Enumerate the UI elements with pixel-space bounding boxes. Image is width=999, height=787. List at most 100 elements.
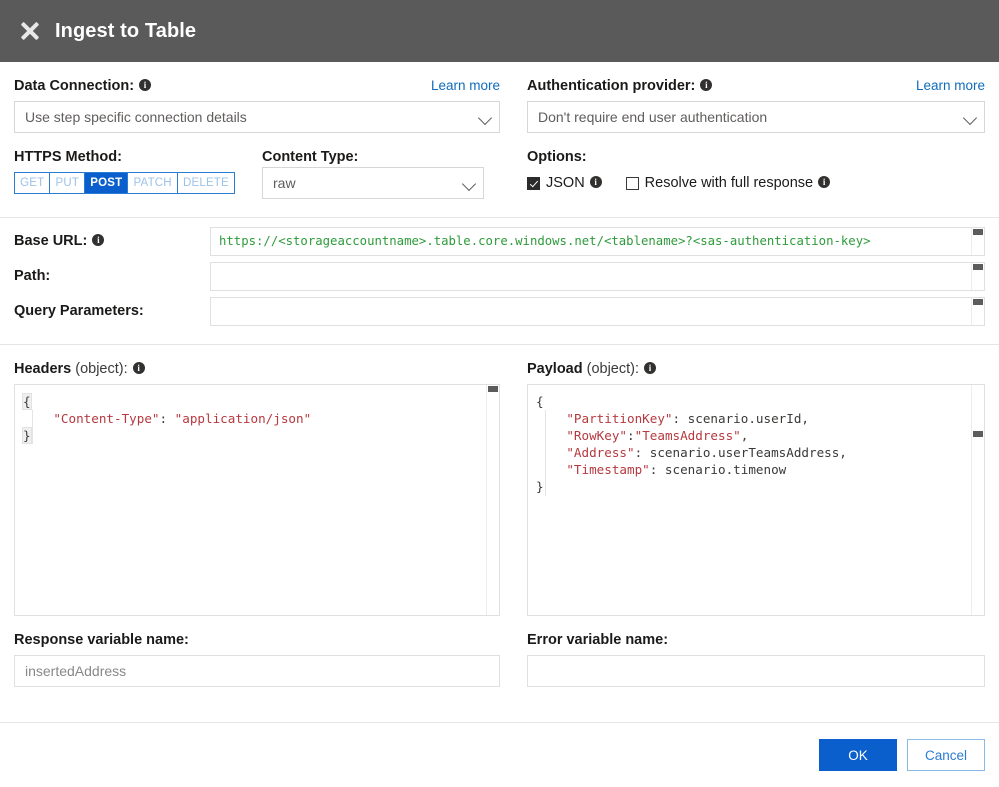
resolve-full-response-checkbox[interactable]	[625, 176, 639, 190]
auth-provider-group: Authentication provider: i Learn more Do…	[527, 62, 985, 133]
info-icon[interactable]: i	[589, 176, 602, 188]
data-connection-select[interactable]: Use step specific connection details	[14, 101, 500, 133]
info-icon[interactable]: i	[92, 234, 105, 246]
payload-label: Payload (object): i	[527, 361, 656, 377]
response-variable-value: insertedAddress	[25, 663, 127, 679]
query-parameters-label: Query Parameters:	[14, 297, 210, 319]
dialog-footer: OK Cancel	[0, 723, 999, 787]
auth-provider-select[interactable]: Don't require end user authentication	[527, 101, 985, 133]
payload-label-row: Payload (object): i	[527, 361, 985, 377]
path-label: Path:	[14, 262, 210, 284]
method-patch-button[interactable]: PATCH	[128, 173, 178, 193]
resolve-full-response-label: Resolve with full response	[644, 175, 814, 191]
content-type-label: Content Type:	[262, 149, 359, 165]
data-connection-group: Data Connection: i Learn more Use step s…	[14, 62, 500, 133]
data-connection-label-text: Data Connection:	[14, 78, 135, 94]
query-parameters-value	[211, 298, 984, 304]
info-icon[interactable]: i	[139, 79, 152, 91]
chevron-down-icon	[477, 110, 493, 126]
content-type-label-row: Content Type:	[262, 149, 484, 165]
scrollbar-thumb[interactable]	[488, 386, 498, 392]
payload-editor-content[interactable]: { "PartitionKey": scenario.userId, "RowK…	[528, 385, 984, 495]
headers-scrollbar[interactable]	[486, 385, 499, 615]
base-url-row: Base URL: i https://<storageaccountname>…	[14, 227, 985, 256]
path-input[interactable]	[210, 262, 985, 291]
request-url-block: Base URL: i https://<storageaccountname>…	[0, 218, 999, 326]
json-checkbox-label: JSON	[546, 175, 585, 191]
auth-provider-label-row: Authentication provider: i Learn more	[527, 78, 985, 94]
close-x-icon[interactable]	[19, 20, 41, 42]
data-connection-value: Use step specific connection details	[25, 109, 247, 125]
dialog-body: Data Connection: i Learn more Use step s…	[0, 62, 999, 199]
method-delete-button[interactable]: DELETE	[177, 173, 234, 193]
indent-guide	[545, 410, 546, 496]
info-icon[interactable]: i	[818, 176, 831, 188]
editors-block: Headers (object): i { "Content-Type": "a…	[0, 345, 999, 687]
column-gap	[500, 133, 527, 199]
chevron-down-icon	[461, 176, 477, 192]
method-post-button[interactable]: POST	[85, 173, 129, 193]
method-get-button[interactable]: GET	[15, 173, 51, 193]
path-scrollbar[interactable]	[971, 263, 984, 290]
headers-label: Headers (object): i	[14, 361, 145, 377]
ok-button[interactable]: OK	[819, 739, 897, 771]
dialog-titlebar: Ingest to Table	[0, 0, 999, 62]
response-variable-group: Response variable name: insertedAddress	[14, 616, 500, 687]
variables-row: Response variable name: insertedAddress …	[14, 616, 985, 687]
headers-editor-content[interactable]: { "Content-Type": "application/json" }	[15, 385, 499, 444]
base-url-label-text: Base URL:	[14, 233, 88, 249]
scrollbar-thumb[interactable]	[973, 264, 983, 270]
base-url-scrollbar[interactable]	[971, 228, 984, 255]
payload-editor[interactable]: { "PartitionKey": scenario.userId, "RowK…	[527, 384, 985, 616]
payload-group: Payload (object): i { "PartitionKey": sc…	[527, 345, 985, 616]
error-variable-input[interactable]	[527, 655, 985, 687]
cancel-button[interactable]: Cancel	[907, 739, 985, 771]
path-row: Path:	[14, 262, 985, 291]
column-gap	[500, 62, 527, 133]
data-connection-label-row: Data Connection: i Learn more	[14, 78, 500, 94]
query-parameters-scrollbar[interactable]	[971, 298, 984, 325]
path-value	[211, 263, 984, 269]
auth-provider-label-text: Authentication provider:	[527, 78, 696, 94]
ingest-to-table-dialog: Ingest to Table Data Connection: i Learn…	[0, 0, 999, 787]
https-method-segmented-control[interactable]: GET PUT POST PATCH DELETE	[14, 172, 235, 194]
indent-guide	[32, 410, 33, 444]
query-parameters-row: Query Parameters:	[14, 297, 985, 326]
method-put-button[interactable]: PUT	[50, 173, 86, 193]
base-url-value: https://<storageaccountname>.table.core.…	[219, 234, 871, 248]
payload-scrollbar[interactable]	[971, 385, 984, 615]
info-icon[interactable]: i	[700, 79, 713, 91]
headers-editor[interactable]: { "Content-Type": "application/json" }	[14, 384, 500, 616]
connection-auth-row: Data Connection: i Learn more Use step s…	[14, 62, 985, 133]
resolve-full-response-checkbox-row[interactable]: Resolve with full response i	[625, 175, 831, 191]
scrollbar-thumb[interactable]	[973, 431, 983, 437]
json-checkbox[interactable]	[527, 176, 540, 190]
path-label-text: Path:	[14, 268, 51, 284]
options-checkbox-row: JSON i Resolve with full response i	[527, 172, 985, 194]
query-parameters-input[interactable]	[210, 297, 985, 326]
headers-type-hint: (object):	[75, 361, 128, 377]
response-variable-label: Response variable name:	[14, 632, 189, 648]
data-connection-learn-more-link[interactable]: Learn more	[431, 78, 500, 93]
options-label: Options:	[527, 149, 587, 165]
headers-label-text: Headers	[14, 361, 72, 377]
content-type-select[interactable]: raw	[262, 167, 484, 199]
column-gap	[500, 616, 527, 687]
json-checkbox-row[interactable]: JSON i	[527, 175, 602, 191]
info-icon[interactable]: i	[644, 362, 656, 374]
info-icon[interactable]: i	[132, 362, 145, 374]
auth-provider-learn-more-link[interactable]: Learn more	[916, 78, 985, 93]
options-label-row: Options:	[527, 149, 985, 165]
payload-label-text: Payload	[527, 361, 583, 377]
auth-provider-value: Don't require end user authentication	[538, 109, 768, 125]
editors-row: Headers (object): i { "Content-Type": "a…	[14, 345, 985, 616]
response-variable-input[interactable]: insertedAddress	[14, 655, 500, 687]
response-variable-label-row: Response variable name:	[14, 632, 500, 648]
method-content-type-labels: HTTPS Method: GET PUT POST PATCH DELETE …	[14, 133, 500, 199]
scrollbar-thumb[interactable]	[973, 229, 983, 235]
dialog-title: Ingest to Table	[55, 19, 197, 42]
base-url-input[interactable]: https://<storageaccountname>.table.core.…	[210, 227, 985, 256]
query-parameters-label-text: Query Parameters:	[14, 303, 144, 319]
scrollbar-thumb[interactable]	[973, 299, 983, 305]
